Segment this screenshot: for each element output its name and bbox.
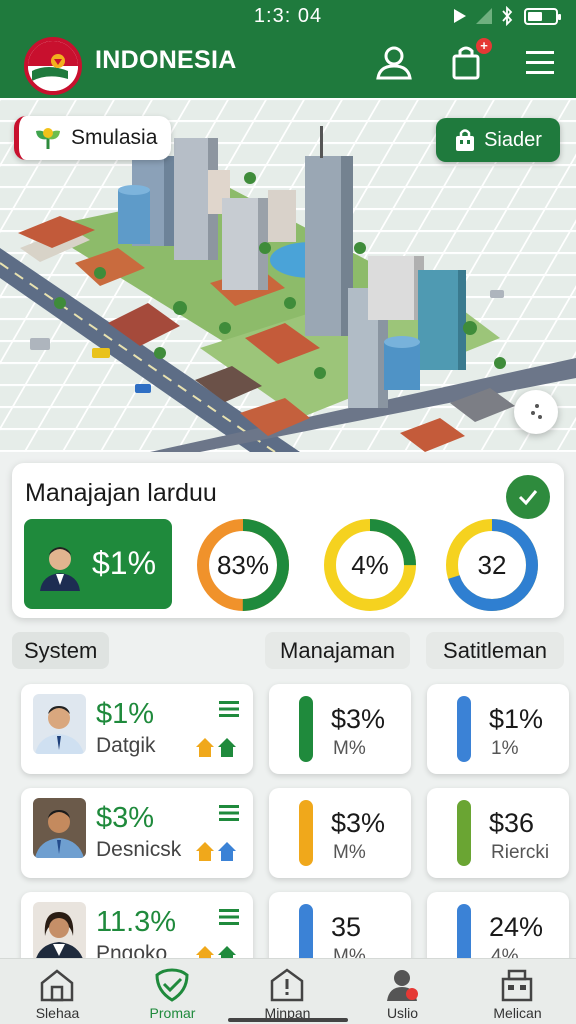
flag-emblem-icon [28,41,78,91]
signal-icon [476,8,492,24]
ring-gauge-2[interactable]: 4% [322,517,418,613]
ring-value: 83% [216,550,270,580]
houses-icon [196,842,236,861]
app-header: INDONESIA + [0,32,576,98]
person-photo [33,694,86,754]
ring-value: 4% [351,550,389,580]
house-icon [196,842,214,861]
sider-label: Siader [484,128,542,151]
city-map[interactable]: Smulasia Siader [0,98,576,452]
hamburger-menu-icon[interactable] [520,42,560,82]
person-photo [33,902,86,962]
settlement-stat-card[interactable]: $36 Riercki [427,788,569,878]
stat-sub: Riercki [491,842,550,863]
person-value: 11.3% [96,906,177,938]
primary-stat[interactable]: $1% [24,519,172,609]
home-icon [40,969,74,1002]
list-item: $3% Desnicsk $3% M% $36 Riercki [0,788,576,880]
simulation-button[interactable]: Smulasia [14,116,172,160]
management-title: Manajajan larduu [25,479,217,507]
nav-item-promar[interactable]: Promar [115,959,230,1024]
stat-value: $3% [331,808,386,838]
battery-icon [524,8,561,25]
stat-value: 24% [489,912,544,942]
check-button[interactable] [506,475,550,519]
person-photo [33,798,86,858]
nav-label: Uslio [386,1005,419,1021]
dots-icon [531,404,542,419]
stat-value: $36 [489,808,535,838]
sprout-icon [36,128,60,149]
tab-management[interactable]: Manajaman [265,632,410,669]
ring-gauge-1[interactable]: 83% [195,517,291,613]
nav-item-home[interactable]: Slehaa [0,959,115,1024]
management-card: Manajajan larduu $1% 83% 4% 32 [12,463,564,618]
stat-value: $3% [331,704,386,734]
simulation-label: Smulasia [71,126,158,149]
bottom-nav: Slehaa Promar Minpan Uslio Melican [0,958,576,1024]
settlement-stat-card[interactable]: $1% 1% [427,684,569,774]
ring-value: 32 [477,550,507,580]
stat-bar [299,696,313,762]
ring-gauge-3[interactable]: 32 [444,517,540,613]
list-menu-icon[interactable] [219,700,239,718]
official-avatar [40,547,80,591]
nav-label: Melican [493,1005,542,1021]
nav-item-melican[interactable]: Melican [460,959,575,1024]
tab-system[interactable]: System [12,632,110,669]
status-bar: 1:3: 04 [0,0,576,32]
stat-value: 35 [331,912,362,942]
house-icon [218,738,236,757]
indonesia-logo[interactable] [24,37,82,95]
checkmark-icon [518,490,538,506]
user-alert-icon [387,970,418,1001]
person-name: Datgik [96,734,156,757]
stat-sub: M% [333,842,366,863]
management-stat-card[interactable]: $3% M% [269,788,411,878]
stat-sub: M% [333,738,366,759]
brand-title: INDONESIA [95,46,237,74]
stat-sub: 1% [491,738,519,759]
stat-bar [457,696,471,762]
store-bag-icon [456,129,475,151]
building-icon [501,969,533,1002]
house-icon [196,738,214,757]
houses-icon [196,738,236,757]
alert-house-icon [270,968,304,1002]
person-card[interactable]: $1% Datgik [21,684,253,774]
management-stat-card[interactable]: $3% M% [269,684,411,774]
bluetooth-icon [502,6,513,26]
list-menu-icon[interactable] [219,804,239,822]
person-card[interactable]: $3% Desnicsk [21,788,253,878]
person-value: $1% [96,698,155,730]
house-icon [218,842,236,861]
nav-label: Promar [149,1005,196,1021]
person-name: Desnicsk [96,838,182,861]
stat-bar [457,800,471,866]
home-indicator [228,1018,348,1022]
person-value: $3% [96,802,155,834]
primary-stat-value: $1% [92,545,157,581]
cart-button[interactable]: + [448,38,492,82]
nav-label: Slehaa [35,1005,80,1021]
nav-item-minpan[interactable]: Minpan [230,959,345,1024]
shield-check-icon [155,968,189,1002]
tab-settlement[interactable]: Satitleman [426,632,564,669]
list-item: $1% Datgik $3% M% $1% 1% [0,684,576,776]
stat-bar [299,800,313,866]
list-menu-icon[interactable] [219,908,239,926]
nav-item-uslio[interactable]: Uslio [345,959,460,1024]
user-icon[interactable] [374,42,414,82]
sider-button[interactable]: Siader [436,118,560,162]
map-options-button[interactable] [514,390,558,434]
play-icon [454,9,466,23]
cart-badge: + [476,38,492,54]
stat-value: $1% [489,704,544,734]
